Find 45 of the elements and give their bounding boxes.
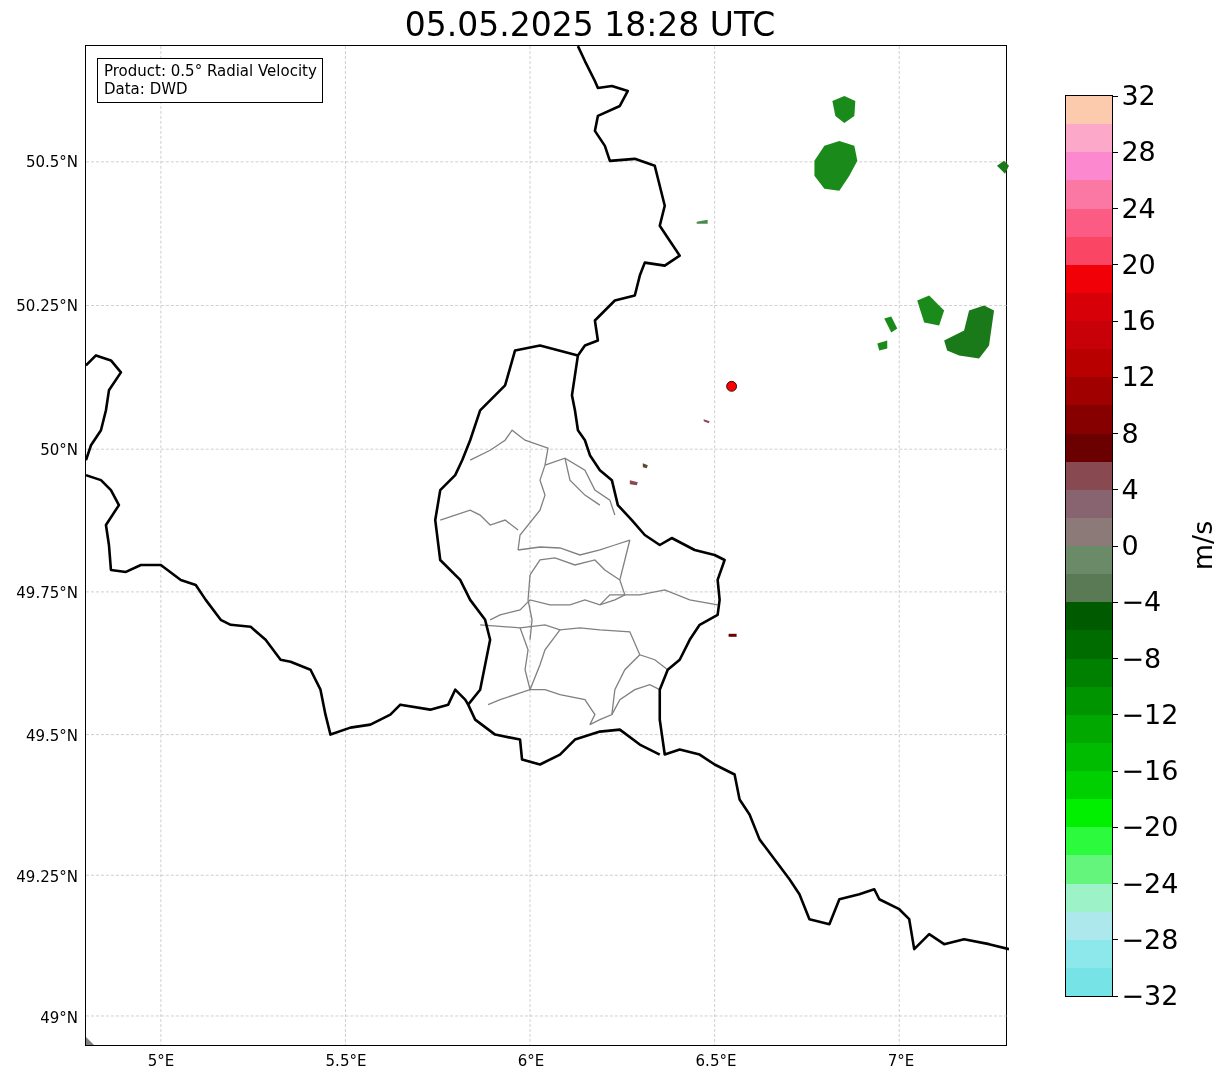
axis-tick-label: 6.5°E — [695, 1052, 737, 1070]
chart-title: 05.05.2025 18:28 UTC — [403, 5, 776, 45]
axis-tick-label: 49.5°N — [25, 727, 78, 745]
colorbar-tick-label: −32 — [1121, 981, 1179, 1011]
colorbar-tick-label: −20 — [1121, 812, 1179, 843]
info-text: Product: 0.5° Radial Velocity — [104, 62, 317, 80]
colorbar-tick-label: 4 — [1121, 474, 1139, 505]
axis-tick-label: 50.25°N — [16, 297, 78, 315]
colorbar-label: m/s — [1186, 520, 1218, 570]
colorbar-tick-label: 24 — [1121, 193, 1156, 224]
radar-echo — [629, 480, 638, 486]
colorbar-tick-label: 8 — [1121, 418, 1139, 449]
radar-echo — [997, 160, 1009, 174]
info-text: Data: DWD — [104, 80, 189, 98]
radar-echo — [703, 419, 710, 424]
axis-tick-label: 5.5°E — [325, 1052, 367, 1070]
colorbar-tick-label: 28 — [1121, 137, 1156, 168]
colorbar-tick-label: 32 — [1121, 81, 1156, 111]
colorbar-tick-label: −4 — [1121, 587, 1162, 618]
radar-echo — [877, 340, 888, 351]
axis-tick-label: 49°N — [40, 1009, 78, 1027]
axis-tick-label: 7°E — [887, 1052, 915, 1070]
colorbar-tick-label: −28 — [1121, 924, 1179, 955]
colorbar-tick-label: 16 — [1121, 306, 1156, 336]
radar-echo — [832, 95, 856, 123]
colorbar-tick-label: 0 — [1121, 531, 1139, 561]
colorbar-tick-label: −8 — [1121, 643, 1162, 674]
radar-site-marker — [726, 380, 737, 392]
radar-echo — [642, 463, 648, 469]
colorbar-tick-label: −24 — [1121, 868, 1179, 899]
axis-tick-label: 50.5°N — [25, 153, 78, 171]
radar-echo — [884, 316, 898, 333]
colorbar-tick-label: −12 — [1121, 699, 1179, 730]
land-patch — [86, 1036, 94, 1045]
axis-tick-label: 49.75°N — [16, 584, 78, 602]
colorbar-tick-label: −16 — [1121, 756, 1179, 786]
colorbar-tick-label: 20 — [1121, 249, 1156, 280]
axis-tick-label: 50°N — [40, 441, 78, 459]
axis-tick-label: 6°E — [517, 1052, 545, 1070]
radar-echo — [696, 219, 708, 224]
axis-tick-label: 49.25°N — [16, 868, 78, 886]
radar-echo — [728, 633, 737, 637]
colorbar-tick-label: 12 — [1121, 362, 1156, 393]
radar-echo — [814, 140, 858, 191]
axis-tick-label: 5°E — [147, 1052, 175, 1070]
